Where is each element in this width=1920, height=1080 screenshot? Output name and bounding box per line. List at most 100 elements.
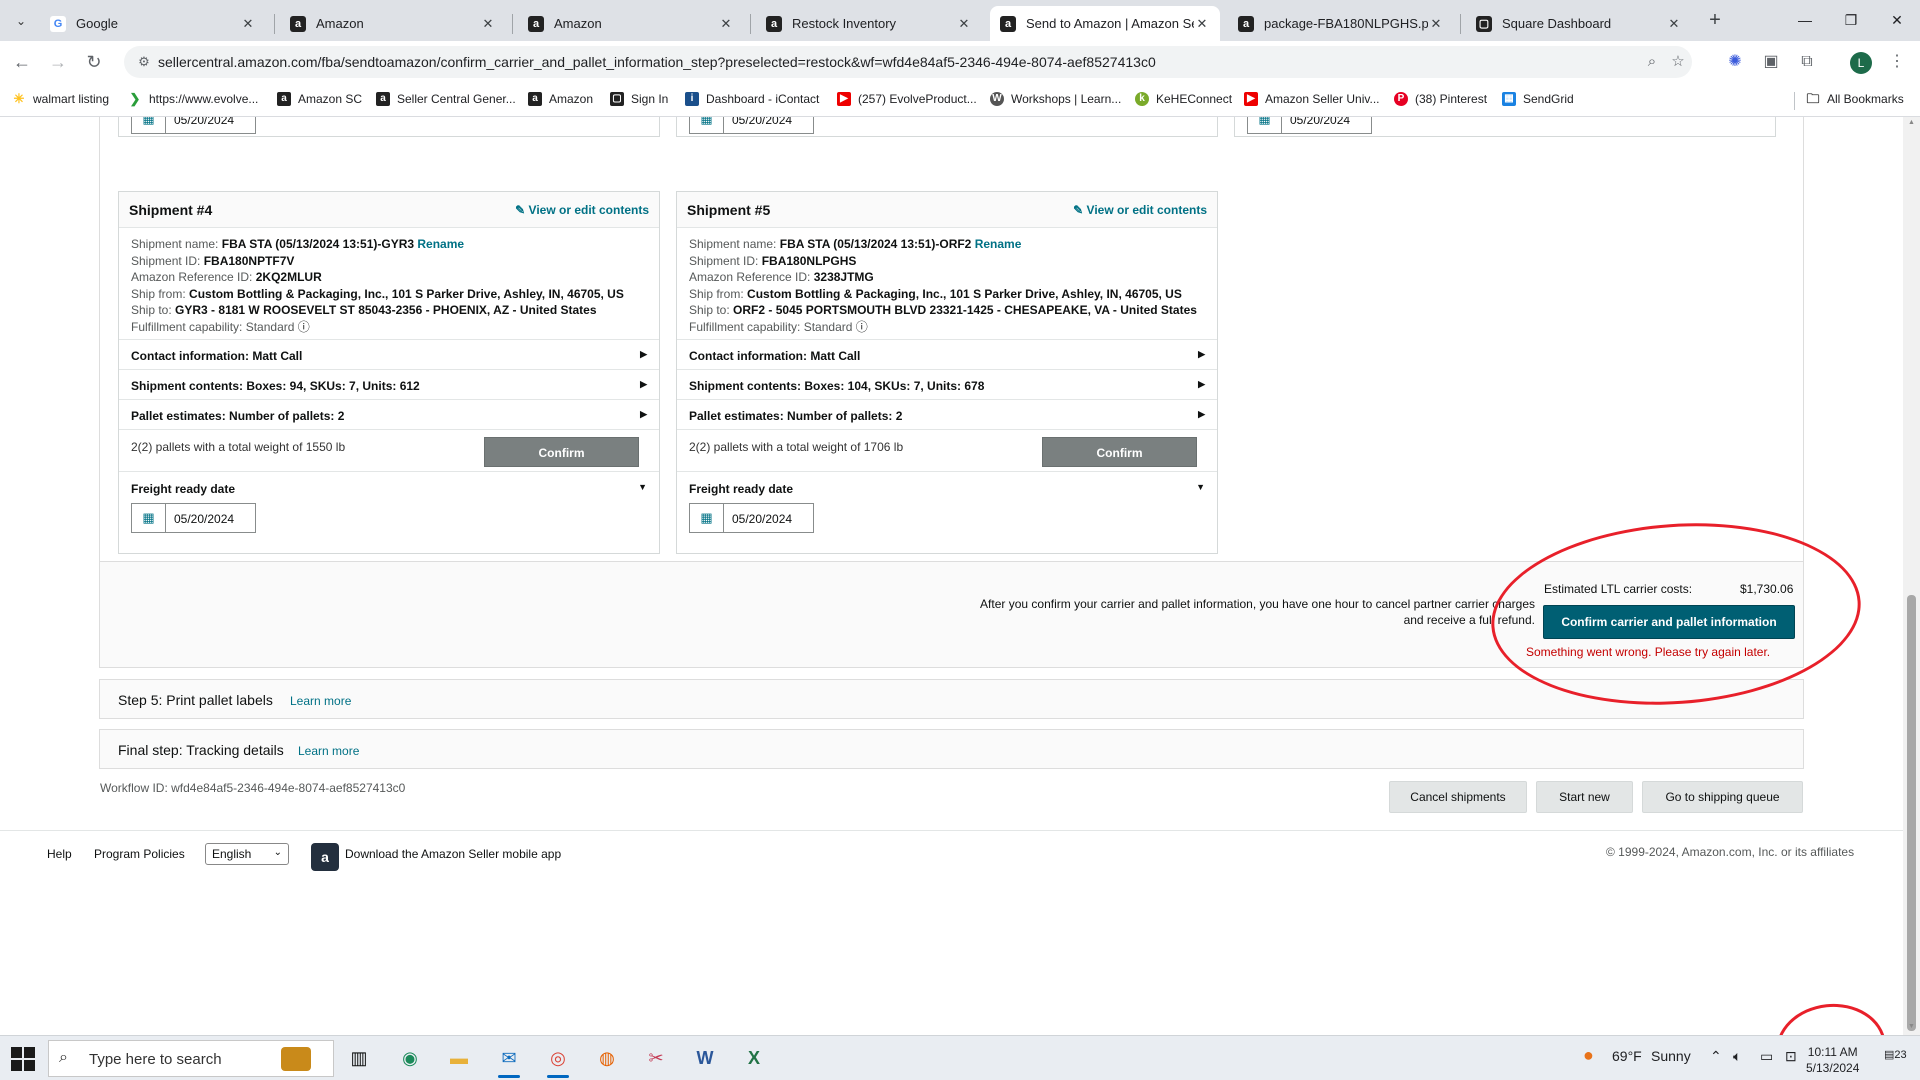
extension-icon[interactable]: ▣ [1760,51,1782,73]
extension-icon[interactable]: ✺ [1724,51,1746,73]
scrollbar-thumb[interactable] [1907,595,1916,1031]
pallet-estimates-row[interactable]: Pallet estimates: Number of pallets: 2 ▶ [677,399,1217,429]
firefox-icon[interactable]: ◍ [592,1043,622,1073]
all-bookmarks[interactable]: 🗀 All Bookmarks [1806,92,1903,107]
confirm-pallets-button[interactable]: Confirm [1042,437,1197,467]
pallet-estimates-row[interactable]: Pallet estimates: Number of pallets: 2 ▶ [119,399,659,429]
url-text[interactable]: sellercentral.amazon.com/fba/sendtoamazo… [158,54,1156,70]
rename-link[interactable]: Rename [417,237,464,251]
network-icon[interactable]: ▭ [1760,1048,1773,1065]
bookmark-evolve[interactable]: ❯ https://www.evolve... [128,92,259,107]
shipment-contents-row[interactable]: Shipment contents: Boxes: 104, SKUs: 7, … [677,369,1217,399]
start-new-button[interactable]: Start new [1536,781,1633,813]
site-info-icon[interactable]: ⚙ [134,52,154,72]
amazon-app-icon[interactable]: a [311,843,339,871]
bookmark-kehe[interactable]: k KeHEConnect [1135,92,1232,106]
minimize-icon[interactable]: — [1782,6,1828,34]
file-explorer-icon[interactable]: ▬ [444,1043,474,1073]
final-step-section[interactable]: Final step: Tracking details Learn more [99,729,1804,769]
menu-kebab-icon[interactable]: ⋮ [1886,51,1908,73]
learn-more-link[interactable]: Learn more [298,744,359,758]
close-tab-icon[interactable]: ✕ [956,16,972,32]
contact-info-row[interactable]: Contact information: Matt Call ▶ [119,339,659,369]
snipping-tool-icon[interactable]: ✂ [641,1043,671,1073]
bookmark-youtube-evolve[interactable]: ▶ (257) EvolveProduct... [837,92,977,106]
bookmark-seller-central-general[interactable]: a Seller Central Gener... [376,92,516,106]
tab-google[interactable]: G Google ✕ [40,6,266,41]
bookmark-star-icon[interactable]: ☆ [1668,52,1688,72]
tab-package-pdf[interactable]: a package-FBA180NLPGHS.pdf ✕ [1228,6,1454,41]
contact-info-row[interactable]: Contact information: Matt Call ▶ [677,339,1217,369]
bookmark-walmart[interactable]: ✳ walmart listing [12,92,109,107]
language-select[interactable]: English ⌄ [205,843,289,865]
back-icon[interactable]: ← [7,47,37,77]
extensions-puzzle-icon[interactable]: ⧉ [1796,51,1818,73]
bookmark-amazon-sc[interactable]: a Amazon SC [277,92,362,106]
notifications-icon[interactable]: ▤23 [1884,1048,1907,1061]
program-policies-link[interactable]: Program Policies [94,847,185,861]
close-tab-icon[interactable]: ✕ [1428,16,1444,32]
tab-amazon-1[interactable]: a Amazon ✕ [280,6,506,41]
volume-icon[interactable]: 🔈︎ [1733,1048,1741,1065]
tab-send-to-amazon[interactable]: a Send to Amazon | Amazon Selle ✕ [990,6,1220,41]
close-window-icon[interactable]: ✕ [1874,6,1920,34]
bookmark-workshops[interactable]: W Workshops | Learn... [990,92,1121,106]
info-icon[interactable]: ⓘ [298,320,310,334]
view-edit-contents-link[interactable]: ✎ View or edit contents [1073,203,1207,217]
rename-link[interactable]: Rename [975,237,1022,251]
freight-date-picker[interactable]: ▦ 05/20/2024 [689,117,814,134]
close-tab-icon[interactable]: ✕ [718,16,734,32]
close-tab-icon[interactable]: ✕ [240,16,256,32]
freight-date-picker[interactable]: ▦ 05/20/2024 [131,503,256,533]
close-tab-icon[interactable]: ✕ [480,16,496,32]
close-tab-icon[interactable]: ✕ [1666,16,1682,32]
info-icon[interactable]: ⓘ [856,320,868,334]
system-clock[interactable]: 10:11 AM 5/13/2024 [1806,1044,1859,1076]
taskbar-search[interactable]: ⌕ Type here to search [48,1040,334,1077]
page-scrollbar[interactable]: ▲ ▼ [1903,117,1920,1035]
word-icon[interactable]: W [690,1043,720,1073]
bookmark-amazon-seller-univ[interactable]: ▶ Amazon Seller Univ... [1244,92,1380,106]
display-icon[interactable]: ⊡ [1785,1048,1797,1065]
chrome-icon[interactable]: ◎ [543,1043,573,1078]
learn-more-link[interactable]: Learn more [290,694,351,708]
tab-square-dashboard[interactable]: ▢ Square Dashboard ✕ [1466,6,1692,41]
freight-date-picker[interactable]: ▦ 05/20/2024 [1247,117,1372,134]
forward-icon[interactable]: → [43,47,73,77]
scroll-down-icon[interactable]: ▼ [1907,1023,1916,1030]
zoom-icon[interactable]: ⌕ [1642,52,1662,72]
tab-restock-inventory[interactable]: a Restock Inventory ✕ [756,6,982,41]
download-app-link[interactable]: Download the Amazon Seller mobile app [345,847,561,861]
bookmark-sign-in[interactable]: ▢ Sign In [610,92,668,106]
weather-desc[interactable]: Sunny [1651,1048,1691,1064]
weather-icon[interactable]: ● [1583,1045,1594,1066]
bookmark-sendgrid[interactable]: ▦ SendGrid [1502,92,1574,106]
confirm-carrier-pallet-button[interactable]: Confirm carrier and pallet information [1543,605,1795,639]
bookmark-amazon[interactable]: a Amazon [528,92,593,106]
bookmark-icontact[interactable]: i Dashboard - iContact [685,92,819,106]
excel-icon[interactable]: X [739,1043,769,1073]
outlook-icon[interactable]: ✉ [494,1043,524,1078]
restore-icon[interactable]: ❐ [1828,6,1874,34]
address-bar[interactable]: ⚙ sellercentral.amazon.com/fba/sendtoama… [124,46,1692,78]
scroll-up-icon[interactable]: ▲ [1907,119,1916,126]
weather-temp[interactable]: 69°F [1612,1048,1642,1064]
shipping-queue-button[interactable]: Go to shipping queue [1642,781,1803,813]
task-view-icon[interactable]: ▥ [344,1043,374,1073]
shipment-contents-row[interactable]: Shipment contents: Boxes: 94, SKUs: 7, U… [119,369,659,399]
edge-icon[interactable]: ◉ [395,1043,425,1073]
bookmark-pinterest[interactable]: P (38) Pinterest [1394,92,1487,106]
freight-date-picker[interactable]: ▦ 05/20/2024 [131,117,256,134]
view-edit-contents-link[interactable]: ✎ View or edit contents [515,203,649,217]
help-link[interactable]: Help [47,847,72,861]
tab-search-dropdown[interactable]: ⌄ [8,8,34,34]
freight-ready-row[interactable]: Freight ready date ▼ [119,471,659,503]
step-5-section[interactable]: Step 5: Print pallet labels Learn more [99,679,1804,719]
reload-icon[interactable]: ↻ [79,47,109,77]
tray-chevron-up-icon[interactable]: ⌃ [1710,1048,1722,1065]
confirm-pallets-button[interactable]: Confirm [484,437,639,467]
cancel-shipments-button[interactable]: Cancel shipments [1389,781,1527,813]
freight-ready-row[interactable]: Freight ready date ▼ [677,471,1217,503]
tab-amazon-2[interactable]: a Amazon ✕ [518,6,744,41]
freight-date-picker[interactable]: ▦ 05/20/2024 [689,503,814,533]
